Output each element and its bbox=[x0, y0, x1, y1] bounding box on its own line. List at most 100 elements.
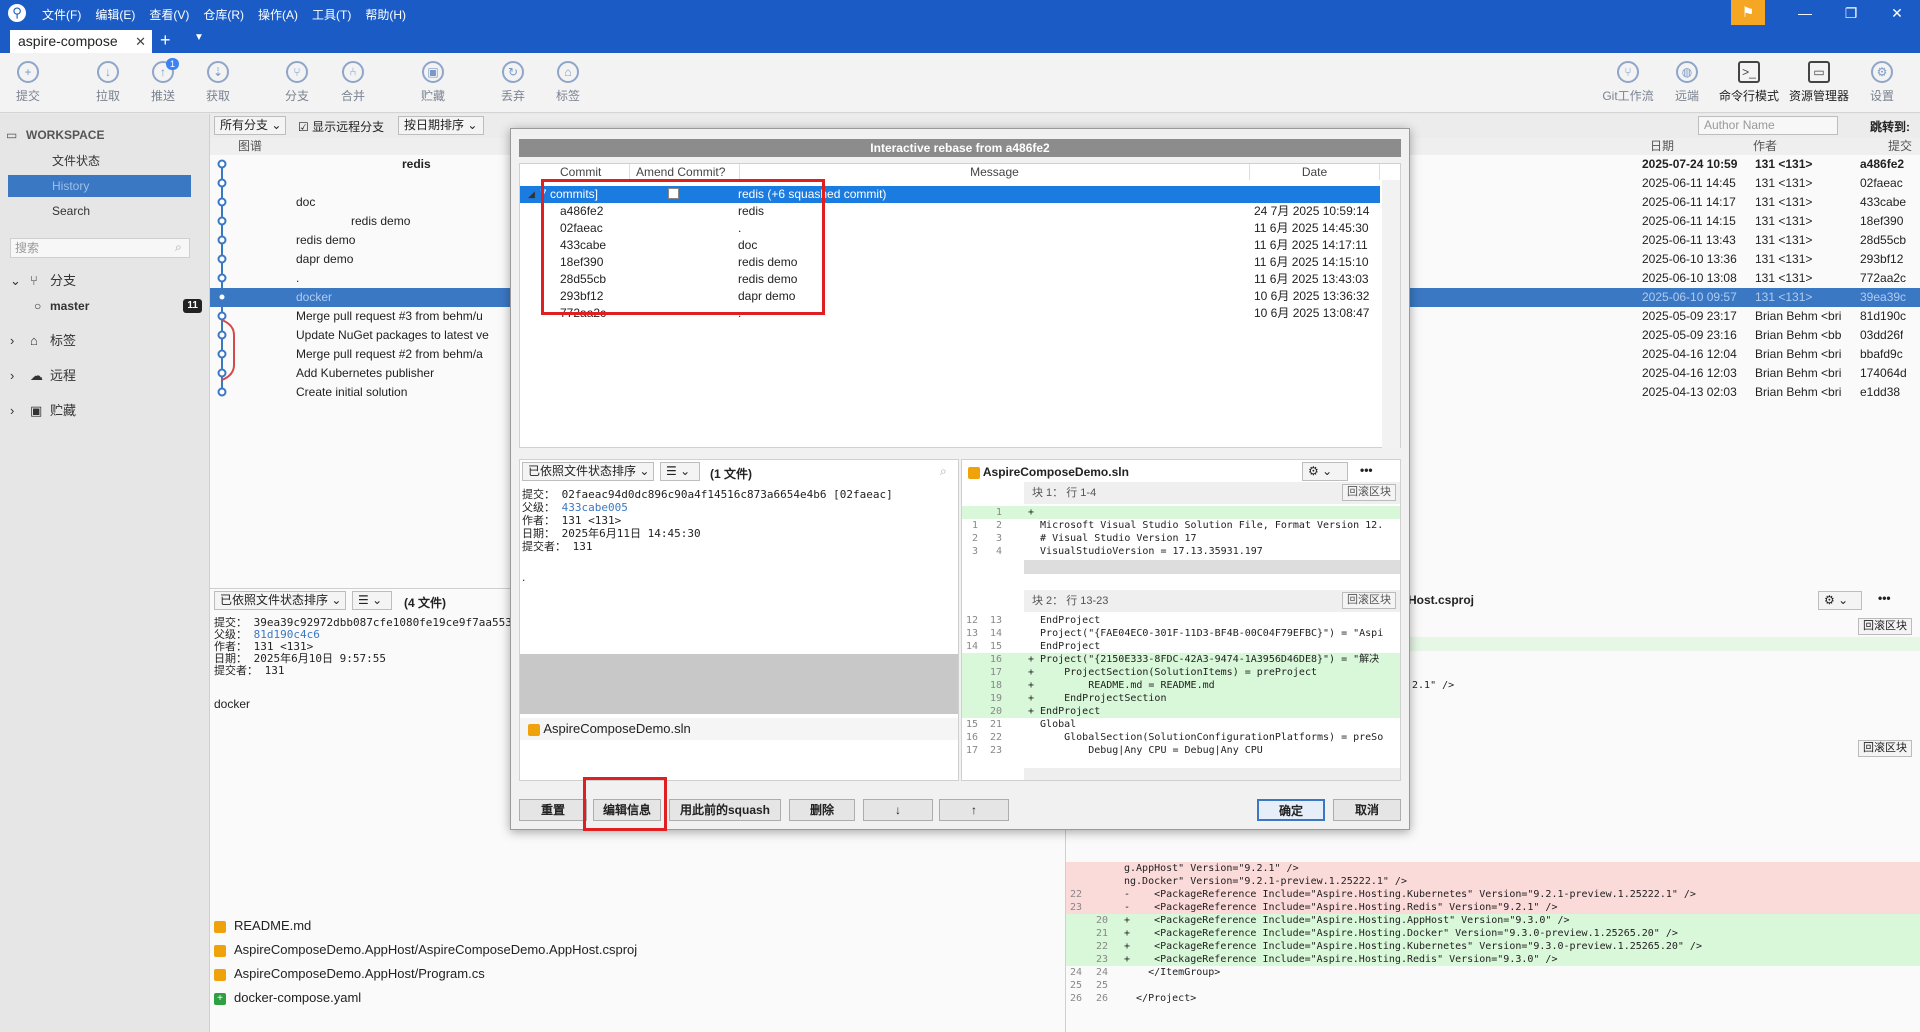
restore-icon[interactable]: ❐ bbox=[1828, 0, 1874, 27]
graph-node[interactable] bbox=[217, 235, 227, 245]
sidebar-tags[interactable]: › ⌂ 标签 bbox=[0, 330, 210, 352]
discard-button[interactable]: ↻ 丢弃 bbox=[488, 61, 538, 104]
sidebar-item-search[interactable]: Search bbox=[0, 200, 210, 222]
sidebar-stashes[interactable]: › ▣ 贮藏 bbox=[0, 400, 210, 422]
sidebar-search-input[interactable]: 搜索 bbox=[10, 238, 190, 258]
view-mode-dropdown[interactable]: ☰ ⌄ bbox=[352, 591, 392, 610]
file-row[interactable]: AspireComposeDemo.AppHost/AspireComposeD… bbox=[214, 939, 637, 961]
close-icon[interactable]: ✕ bbox=[1874, 0, 1920, 27]
rebase-parent-hash-link[interactable]: 433cabe005 bbox=[562, 501, 628, 514]
tab-repository[interactable]: aspire-compose ✕ bbox=[10, 30, 152, 53]
merge-button[interactable]: ⑃ 合并 bbox=[328, 61, 378, 104]
flag-icon[interactable]: ⚑ bbox=[1731, 0, 1765, 25]
show-remote-checkbox[interactable]: ☑ 显示远程分支 bbox=[298, 118, 384, 135]
rebase-view-mode-dropdown[interactable]: ☰ ⌄ bbox=[660, 462, 700, 481]
sidebar-remotes[interactable]: › ☁ 远程 bbox=[0, 365, 210, 387]
graph-node[interactable] bbox=[217, 368, 227, 378]
horizontal-scrollbar[interactable] bbox=[1024, 768, 1400, 780]
stash-button[interactable]: ▣ 贮藏 bbox=[408, 61, 458, 104]
terminal-button[interactable]: >_ 命令行模式 bbox=[1714, 61, 1784, 104]
minimize-icon[interactable]: — bbox=[1782, 0, 1828, 27]
reset-button[interactable]: 重置 bbox=[519, 799, 587, 821]
delete-button[interactable]: 删除 bbox=[789, 799, 855, 821]
commit-description: Add Kubernetes publisher bbox=[296, 366, 435, 380]
sidebar-item-file-status[interactable]: 文件状态 bbox=[0, 150, 210, 172]
file-row[interactable]: + docker-compose.yaml bbox=[214, 987, 361, 1009]
discard-hunk-button[interactable]: 回滚区块 bbox=[1342, 592, 1396, 609]
graph-node[interactable] bbox=[217, 197, 227, 207]
menu-repository[interactable]: 仓库(R) bbox=[203, 6, 244, 23]
rebase-diff-options-dropdown[interactable]: ⚙ ⌄ bbox=[1302, 462, 1348, 481]
sort-dropdown[interactable]: 按日期排序 ⌄ bbox=[398, 116, 484, 135]
rebase-commit-meta: 提交： 02faeac94d0dc896c90a4f14516c873a6654… bbox=[522, 488, 893, 553]
diff-options-dropdown[interactable]: ⚙ ⌄ bbox=[1818, 591, 1862, 610]
fetch-button[interactable]: ⇣ 获取 bbox=[193, 61, 243, 104]
more-icon[interactable]: ••• bbox=[1878, 591, 1891, 605]
rebase-date-header[interactable]: Date bbox=[1250, 164, 1380, 180]
sidebar-item-history[interactable]: History bbox=[8, 175, 191, 197]
rebase-file-row[interactable]: AspireComposeDemo.sln bbox=[520, 718, 958, 740]
branch-button[interactable]: ⑂ 分支 bbox=[272, 61, 322, 104]
gitflow-button[interactable]: ⑂ Git工作流 bbox=[1598, 61, 1658, 104]
graph-column-header[interactable]: 图谱 bbox=[238, 138, 262, 155]
graph-node[interactable] bbox=[217, 159, 227, 169]
squash-with-previous-button[interactable]: 用此前的squash bbox=[669, 799, 781, 821]
menu-file[interactable]: 文件(F) bbox=[42, 6, 81, 23]
remote-button[interactable]: ◍ 远端 bbox=[1662, 61, 1712, 104]
cancel-button[interactable]: 取消 bbox=[1333, 799, 1401, 821]
settings-button[interactable]: ⚙ 设置 bbox=[1857, 61, 1907, 104]
collapse-icon[interactable]: ◢ bbox=[528, 186, 535, 203]
pull-button[interactable]: ↓ 拉取 bbox=[83, 61, 133, 104]
ok-button[interactable]: 确定 bbox=[1257, 799, 1325, 821]
author-column-header[interactable]: 作者 bbox=[1753, 138, 1777, 155]
graph-node[interactable] bbox=[217, 330, 227, 340]
menu-view[interactable]: 查看(V) bbox=[149, 6, 189, 23]
graph-node[interactable] bbox=[217, 216, 227, 226]
commit-hash: 03dd26f bbox=[1860, 328, 1904, 342]
discard-hunk-button[interactable]: 回滚区块 bbox=[1858, 618, 1912, 635]
graph-node[interactable] bbox=[217, 254, 227, 264]
explorer-button[interactable]: ▭ 资源管理器 bbox=[1784, 61, 1854, 104]
date-column-header[interactable]: 日期 bbox=[1650, 138, 1674, 155]
menu-edit[interactable]: 编辑(E) bbox=[95, 6, 135, 23]
graph-node[interactable] bbox=[217, 292, 227, 302]
commit-button[interactable]: + 提交 bbox=[3, 61, 53, 104]
add-tab-icon[interactable]: + bbox=[160, 30, 171, 50]
more-icon[interactable]: ••• bbox=[1360, 463, 1373, 477]
rebase-file-sort-dropdown[interactable]: 已依照文件状态排序 ⌄ bbox=[522, 462, 654, 481]
chevron-down-icon[interactable]: ▼ bbox=[194, 32, 204, 43]
graph-node[interactable] bbox=[217, 273, 227, 283]
move-up-button[interactable]: ↑ bbox=[939, 799, 1009, 821]
tab-close-icon[interactable]: ✕ bbox=[135, 30, 146, 53]
horizontal-scrollbar[interactable] bbox=[1024, 560, 1400, 574]
fetch-icon: ⇣ bbox=[207, 61, 229, 83]
search-icon[interactable]: ⌕ bbox=[940, 464, 947, 479]
file-row[interactable]: AspireComposeDemo.AppHost/Program.cs bbox=[214, 963, 485, 985]
graph-node[interactable] bbox=[217, 349, 227, 359]
file-row[interactable]: README.md bbox=[214, 915, 311, 937]
commit-hash: 433cabe bbox=[1860, 195, 1907, 209]
branch-filter-dropdown[interactable]: 所有分支 ⌄ bbox=[214, 116, 286, 135]
menu-tools[interactable]: 工具(T) bbox=[312, 6, 351, 23]
graph-node[interactable] bbox=[217, 178, 227, 188]
sidebar-branches[interactable]: ⌄ ⑂ 分支 bbox=[0, 270, 210, 292]
highlight-box bbox=[583, 777, 667, 831]
graph-node[interactable] bbox=[217, 311, 227, 321]
discard-hunk-button[interactable]: 回滚区块 bbox=[1342, 484, 1396, 501]
rebase-amend-header[interactable]: Amend Commit? bbox=[630, 164, 740, 180]
move-down-button[interactable]: ↓ bbox=[863, 799, 933, 821]
menu-actions[interactable]: 操作(A) bbox=[258, 6, 298, 23]
discard-hunk-button[interactable]: 回滚区块 bbox=[1858, 740, 1912, 757]
author-filter-input[interactable]: Author Name bbox=[1698, 116, 1838, 135]
push-button[interactable]: ↑ 1 推送 bbox=[138, 58, 188, 104]
rebase-message-header[interactable]: Message bbox=[740, 164, 1250, 180]
commit-column-header[interactable]: 提交 bbox=[1888, 138, 1912, 155]
rebase-scrollbar[interactable] bbox=[1382, 180, 1400, 448]
file-sort-dropdown[interactable]: 已依照文件状态排序 ⌄ bbox=[214, 591, 346, 610]
menu-help[interactable]: 帮助(H) bbox=[365, 6, 406, 23]
sort-value: 按日期排序 bbox=[404, 118, 465, 132]
rebase-commit-header[interactable]: Commit bbox=[520, 164, 630, 180]
tag-button[interactable]: ⌂ 标签 bbox=[543, 61, 593, 104]
graph-node[interactable] bbox=[217, 387, 227, 397]
sidebar-branch-master[interactable]: ○ master 11 bbox=[0, 295, 210, 317]
